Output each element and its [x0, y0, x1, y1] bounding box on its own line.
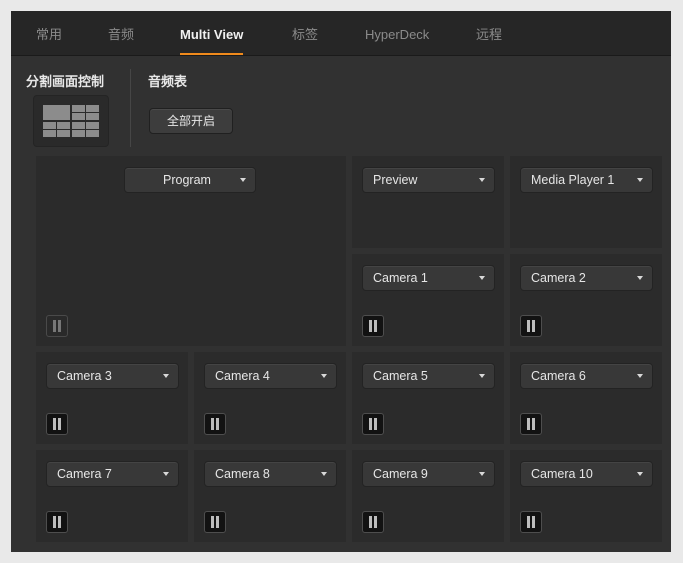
media-player-source-dropdown[interactable]: Media Player 1 — [520, 167, 653, 193]
section-divider — [130, 69, 131, 147]
program-tile: Program — [36, 156, 346, 346]
layout-toggle-button[interactable] — [33, 95, 109, 147]
dropdown-label: Program — [163, 173, 211, 187]
audio-meter-icon[interactable] — [362, 413, 384, 435]
dropdown-label: Camera 2 — [531, 271, 586, 285]
chevron-down-icon — [240, 178, 246, 182]
camera-4-source-dropdown[interactable]: Camera 4 — [204, 363, 337, 389]
camera-3-source-dropdown[interactable]: Camera 3 — [46, 363, 179, 389]
chevron-down-icon — [637, 276, 643, 280]
audio-meter-icon[interactable] — [520, 315, 542, 337]
dropdown-label: Preview — [373, 173, 418, 187]
camera-7-source-dropdown[interactable]: Camera 7 — [46, 461, 179, 487]
tab-general[interactable]: 常用 — [36, 11, 62, 55]
audio-meter-icon[interactable] — [520, 511, 542, 533]
program-source-dropdown[interactable]: Program — [124, 167, 256, 193]
dropdown-label: Camera 7 — [57, 467, 112, 481]
chevron-down-icon — [637, 374, 643, 378]
dropdown-label: Camera 10 — [531, 467, 593, 481]
camera-8-tile: Camera 8 — [194, 450, 346, 542]
chevron-down-icon — [321, 472, 327, 476]
audio-meters-title: 音频表 — [148, 74, 188, 89]
camera-10-tile: Camera 10 — [510, 450, 662, 542]
camera-2-source-dropdown[interactable]: Camera 2 — [520, 265, 653, 291]
chevron-down-icon — [479, 178, 485, 182]
audio-meter-icon[interactable] — [362, 315, 384, 337]
audio-meter-icon[interactable] — [46, 413, 68, 435]
dropdown-label: Camera 8 — [215, 467, 270, 481]
audio-meter-icon[interactable] — [520, 413, 542, 435]
camera-3-tile: Camera 3 — [36, 352, 188, 444]
dropdown-label: Camera 3 — [57, 369, 112, 383]
preview-source-dropdown[interactable]: Preview — [362, 167, 495, 193]
camera-9-tile: Camera 9 — [352, 450, 504, 542]
tab-hyperdeck[interactable]: HyperDeck — [365, 11, 429, 55]
audio-meter-icon[interactable] — [46, 511, 68, 533]
dropdown-label: Camera 5 — [373, 369, 428, 383]
camera-5-source-dropdown[interactable]: Camera 5 — [362, 363, 495, 389]
layout-control-title: 分割画面控制 — [26, 74, 105, 89]
chevron-down-icon — [637, 472, 643, 476]
tab-audio[interactable]: 音频 — [108, 11, 134, 55]
camera-9-source-dropdown[interactable]: Camera 9 — [362, 461, 495, 487]
dropdown-label: Media Player 1 — [531, 173, 615, 187]
camera-5-tile: Camera 5 — [352, 352, 504, 444]
media-player-tile: Media Player 1 — [510, 156, 662, 248]
tab-remote[interactable]: 远程 — [476, 11, 502, 55]
all-meters-on-button[interactable]: 全部开启 — [149, 108, 233, 134]
multiview-panel: 常用 音频 Multi View 标签 HyperDeck 远程 分割画面控制 … — [11, 11, 671, 552]
preview-tile: Preview — [352, 156, 504, 248]
chevron-down-icon — [163, 472, 169, 476]
camera-4-tile: Camera 4 — [194, 352, 346, 444]
camera-8-source-dropdown[interactable]: Camera 8 — [204, 461, 337, 487]
chevron-down-icon — [163, 374, 169, 378]
camera-1-tile: Camera 1 — [352, 254, 504, 346]
camera-6-source-dropdown[interactable]: Camera 6 — [520, 363, 653, 389]
audio-meter-icon[interactable] — [204, 511, 226, 533]
dropdown-label: Camera 6 — [531, 369, 586, 383]
dropdown-label: Camera 4 — [215, 369, 270, 383]
tab-bar: 常用 音频 Multi View 标签 HyperDeck 远程 — [11, 11, 671, 56]
dropdown-label: Camera 9 — [373, 467, 428, 481]
layout-grid-icon — [43, 105, 99, 137]
tab-labels[interactable]: 标签 — [292, 11, 318, 55]
chevron-down-icon — [479, 276, 485, 280]
chevron-down-icon — [479, 374, 485, 378]
chevron-down-icon — [637, 178, 643, 182]
camera-6-tile: Camera 6 — [510, 352, 662, 444]
audio-meter-icon[interactable] — [204, 413, 226, 435]
audio-meter-icon[interactable] — [362, 511, 384, 533]
tab-multi-view[interactable]: Multi View — [180, 11, 244, 55]
camera-2-tile: Camera 2 — [510, 254, 662, 346]
dropdown-label: Camera 1 — [373, 271, 428, 285]
chevron-down-icon — [321, 374, 327, 378]
camera-7-tile: Camera 7 — [36, 450, 188, 542]
chevron-down-icon — [479, 472, 485, 476]
camera-10-source-dropdown[interactable]: Camera 10 — [520, 461, 653, 487]
camera-1-source-dropdown[interactable]: Camera 1 — [362, 265, 495, 291]
audio-meter-icon[interactable] — [46, 315, 68, 337]
